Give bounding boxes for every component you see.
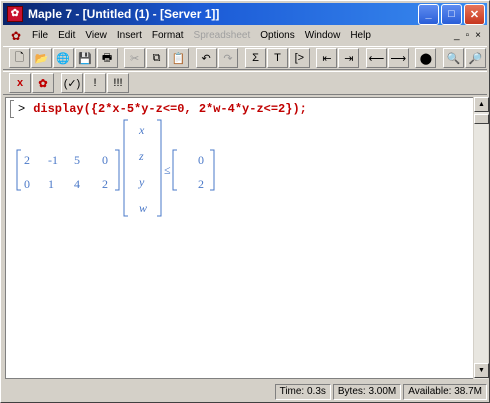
indent-icon: ⇤ (322, 52, 332, 65)
scroll-thumb[interactable] (474, 114, 489, 124)
menu-file[interactable]: File (27, 30, 53, 41)
cut-button[interactable]: ✂ (124, 48, 146, 68)
sigma-icon: Σ (252, 52, 259, 64)
open-button[interactable]: 📂 (30, 48, 52, 68)
doc-restore-button[interactable]: ▫ (466, 30, 470, 41)
matrix-a-cell: -1 (48, 153, 58, 167)
execute-button[interactable]: ! (84, 73, 106, 93)
print-button[interactable]: 🖶 (96, 48, 118, 68)
math-mode-button[interactable]: x (9, 73, 31, 93)
execute-all-icon: !!! (113, 77, 123, 89)
matrix-a-cell: 0 (102, 153, 108, 167)
menu-options[interactable]: Options (255, 30, 299, 41)
open-url-icon: 🌐 (56, 52, 71, 65)
menu-spreadsheet[interactable]: Spreadsheet (189, 30, 256, 41)
outdent-button[interactable]: ⇥ (338, 48, 360, 68)
stop-button[interactable]: ⬤ (415, 48, 437, 68)
auto-correct-button[interactable]: (✓) (61, 73, 83, 93)
vector-b-cell: 0 (198, 153, 204, 167)
text-button[interactable]: T (266, 48, 288, 68)
math-mode-icon: x (16, 77, 24, 89)
back-button[interactable]: ⟵ (365, 48, 387, 68)
vector-var-cell: x (138, 123, 145, 137)
zoom-out-button[interactable]: 🔎 (464, 48, 486, 68)
minimize-button[interactable]: _ (418, 3, 439, 25)
save-button[interactable]: 💾 (74, 48, 96, 68)
matrix-a-cell: 1 (48, 177, 54, 191)
title-bar[interactable]: ✿ Maple 7 - [Untitled (1) - [Server 1]] … (3, 3, 487, 25)
indent-button[interactable]: ⇤ (316, 48, 338, 68)
menu-window[interactable]: Window (300, 30, 346, 41)
sigma-button[interactable]: Σ (245, 48, 266, 68)
undo-icon: ↶ (201, 52, 211, 65)
status-bar: Time: 0.3s Bytes: 3.00M Available: 38.7M (3, 382, 487, 401)
menu-format[interactable]: Format (147, 30, 189, 41)
worksheet[interactable]: > display({2*x-5*y-z<=0, 2*w-4*y-z<=2});… (5, 97, 473, 379)
menu-view[interactable]: View (80, 30, 112, 41)
matrix-a-cell: 5 (74, 153, 80, 167)
paste-button[interactable]: 📋 (168, 48, 189, 68)
close-button[interactable]: ✕ (464, 3, 485, 25)
auto-correct-icon: (✓) (63, 77, 81, 90)
status-time: Time: 0.3s (274, 383, 331, 400)
matrix-a-cell: 0 (24, 177, 30, 191)
paste-icon: 📋 (171, 52, 186, 65)
maple-input-icon: ✿ (38, 77, 48, 90)
execute-icon: ! (93, 77, 97, 89)
menu-bar: ✿ File Edit View Insert Format Spreadshe… (3, 26, 487, 45)
outdent-icon: ⇥ (344, 52, 354, 65)
insert-prompt-icon: [> (294, 52, 305, 64)
scroll-up-button[interactable]: ▲ (474, 97, 489, 112)
new-button[interactable]: 🗋 (9, 48, 30, 68)
zoom-in-icon: 🔍 (446, 52, 461, 65)
relation-symbol: ≤ (164, 163, 171, 177)
status-available: Available: 38.7M (403, 383, 487, 400)
cut-icon: ✂ (130, 52, 140, 65)
forward-button[interactable]: ⟶ (387, 48, 409, 68)
maple-leaf-icon[interactable]: ✿ (7, 6, 23, 22)
stop-icon: ⬤ (419, 52, 433, 65)
output-expression: 2 -1 5 0 0 1 4 2 xzyw ≤ 0 2 (16, 119, 215, 217)
redo-icon: ↷ (223, 52, 233, 65)
matrix-a-cell: 2 (24, 153, 30, 167)
vector-var-cell: y (138, 175, 145, 189)
maple-window: ✿ Maple 7 - [Untitled (1) - [Server 1]] … (0, 0, 490, 403)
matrix-a-cell: 2 (102, 177, 108, 191)
vertical-scrollbar[interactable]: ▲ ▼ (473, 97, 489, 379)
undo-button[interactable]: ↶ (195, 48, 217, 68)
maximize-button[interactable]: □ (441, 3, 462, 25)
doc-minimize-button[interactable]: _ (454, 30, 460, 41)
doc-close-button[interactable]: × (475, 30, 481, 41)
menu-edit[interactable]: Edit (53, 30, 80, 41)
menu-help[interactable]: Help (345, 30, 376, 41)
main-toolbar: 🗋 📂 🌐 💾 🖶 ✂ ⧉ 📋 ↶ ↷ Σ T [> ⇤ ⇥ ⟵ ⟶ ⬤ 🔍 🔎 (3, 46, 487, 70)
context-toolbar: x ✿ (✓)!!!! (3, 71, 487, 95)
print-icon: 🖶 (101, 51, 113, 64)
redo-button[interactable]: ↷ (217, 48, 239, 68)
insert-prompt-button[interactable]: [> (288, 48, 310, 68)
matrix-a-cell: 4 (74, 177, 80, 191)
vector-var-cell: w (139, 201, 147, 215)
menu-insert[interactable]: Insert (112, 30, 147, 41)
execute-all-button[interactable]: !!! (107, 73, 129, 93)
vector-b-bracket (172, 149, 215, 191)
zoom-out-icon: 🔎 (468, 52, 483, 65)
new-icon: 🗋 (15, 51, 24, 64)
open-icon: 📂 (34, 52, 49, 65)
open-url-button[interactable]: 🌐 (52, 48, 74, 68)
document-icon[interactable]: ✿ (9, 29, 23, 43)
status-bytes: Bytes: 3.00M (332, 383, 402, 400)
copy-button[interactable]: ⧉ (146, 48, 168, 68)
back-icon: ⟵ (368, 52, 385, 65)
vector-b-cell: 2 (198, 177, 204, 191)
save-icon: 💾 (78, 52, 93, 65)
window-title: Maple 7 - [Untitled (1) - [Server 1]] (28, 7, 220, 21)
scroll-down-button[interactable]: ▼ (474, 363, 489, 378)
forward-icon: ⟶ (390, 52, 407, 65)
vector-var-cell: z (138, 149, 144, 163)
text-icon: T (274, 52, 281, 64)
zoom-in-button[interactable]: 🔍 (443, 48, 464, 68)
copy-icon: ⧉ (152, 51, 161, 64)
maple-input-button[interactable]: ✿ (32, 73, 54, 93)
